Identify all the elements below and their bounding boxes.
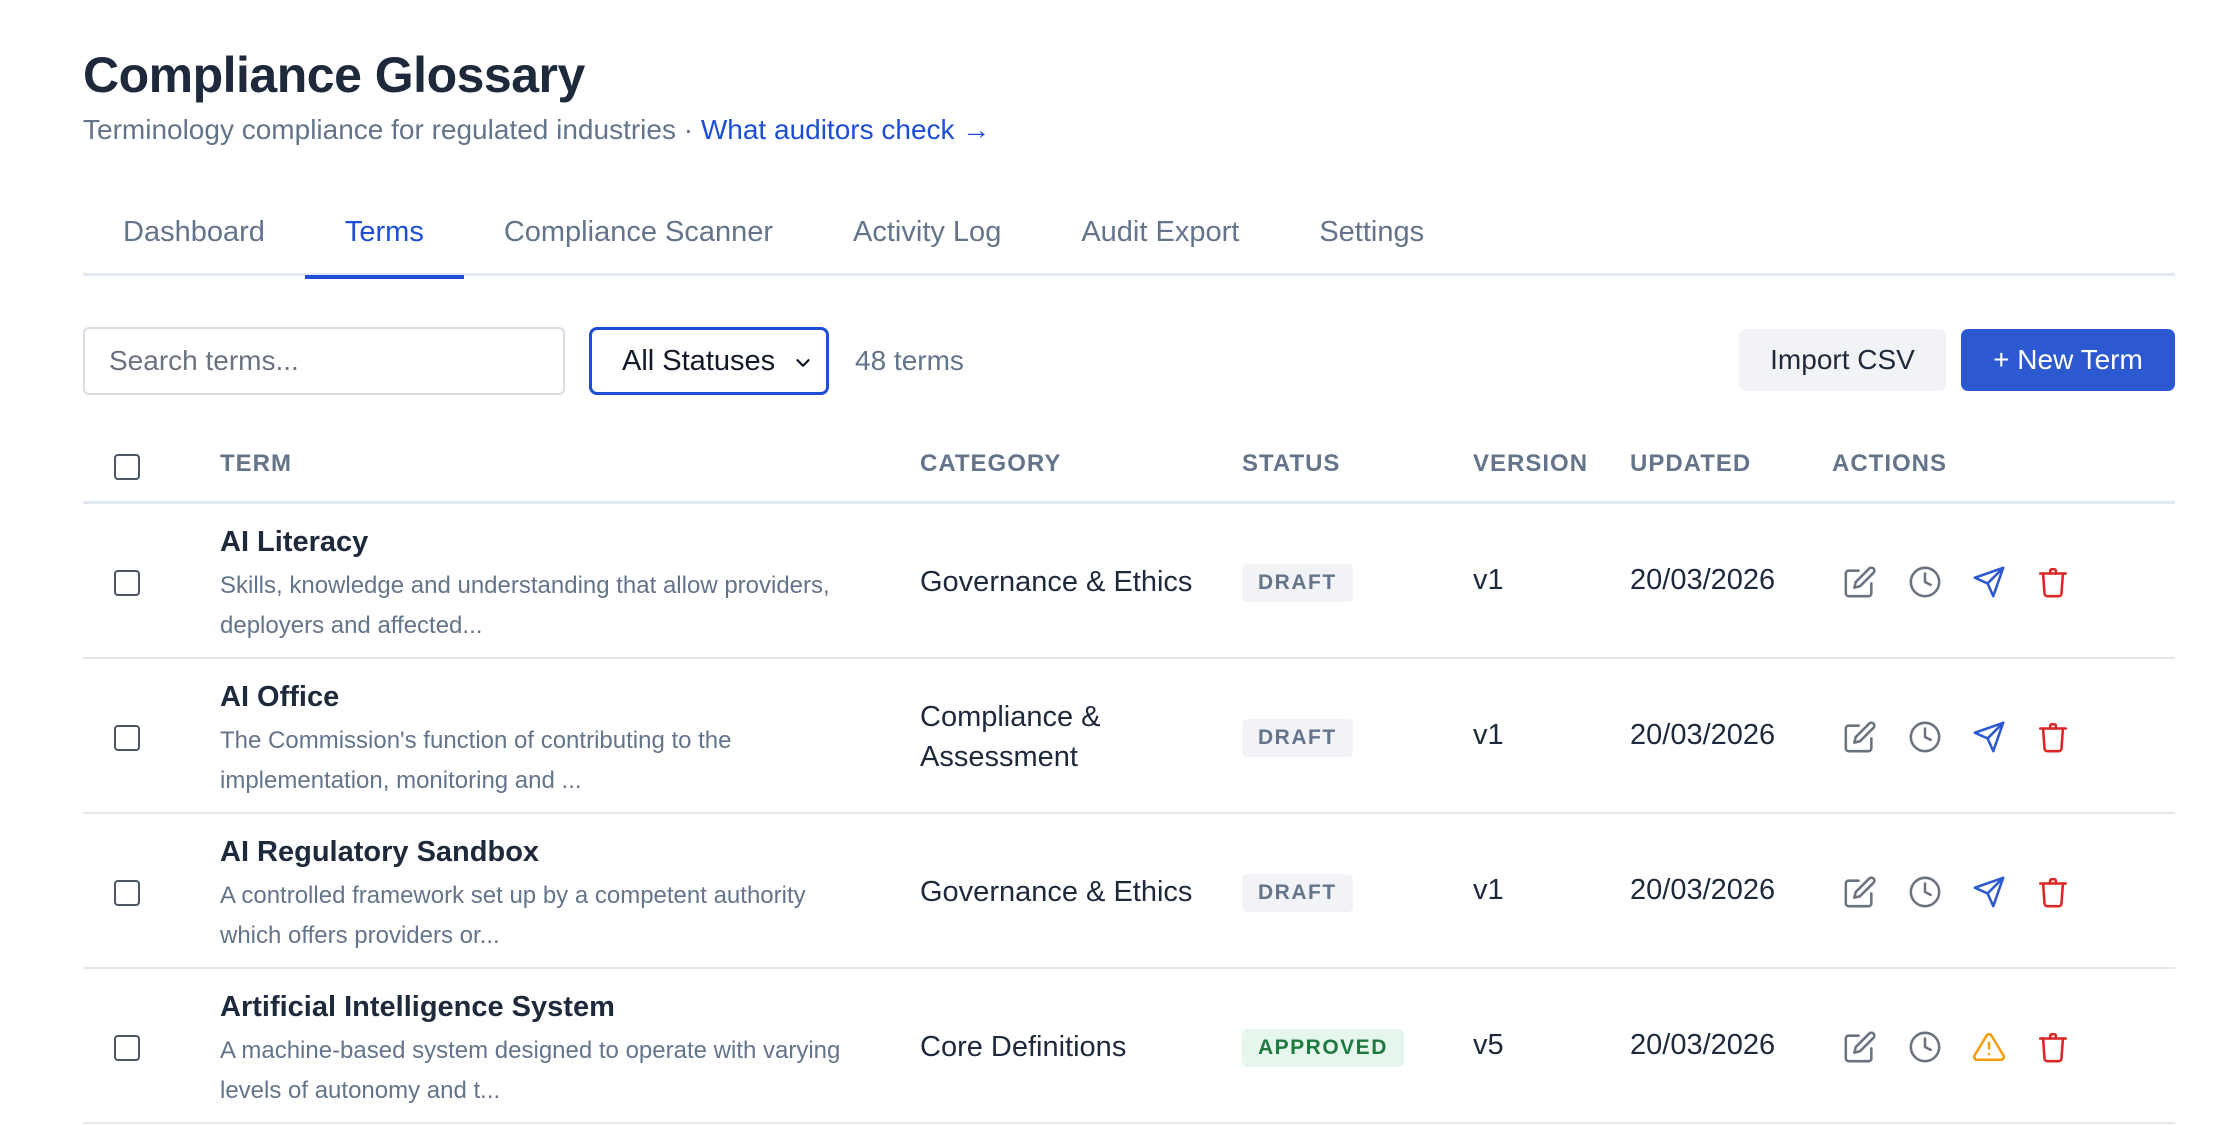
new-term-button[interactable]: + New Term	[1961, 329, 2175, 391]
history-button[interactable]	[1908, 720, 1942, 754]
row-checkbox[interactable]	[114, 725, 140, 751]
history-button[interactable]	[1908, 1030, 1942, 1064]
send-icon	[1973, 566, 2005, 598]
import-csv-button[interactable]: Import CSV	[1739, 329, 1946, 391]
term-updated: 20/03/2026	[1630, 719, 1776, 751]
row-checkbox[interactable]	[114, 1035, 140, 1061]
term-count: 48 terms	[855, 345, 964, 376]
tab-settings[interactable]: Settings	[1279, 198, 1464, 276]
select-all-checkbox[interactable]	[114, 454, 140, 480]
clock-icon	[1909, 876, 1941, 908]
submit-button[interactable]	[1972, 565, 2006, 599]
page-subtitle: Terminology compliance for regulated ind…	[83, 114, 990, 146]
status-badge: DRAFT	[1242, 874, 1353, 912]
chevron-down-icon	[796, 359, 810, 367]
tab-bar: Dashboard Terms Compliance Scanner Activ…	[83, 198, 2175, 279]
header-category: CATEGORY	[920, 450, 1062, 477]
status-badge: APPROVED	[1242, 1029, 1404, 1067]
tab-compliance-scanner[interactable]: Compliance Scanner	[464, 198, 813, 276]
submit-button[interactable]	[1972, 720, 2006, 754]
edit-icon	[1844, 1031, 1876, 1063]
term-name[interactable]: AI Literacy	[220, 526, 368, 559]
term-version: v5	[1473, 1029, 1504, 1061]
history-button[interactable]	[1908, 875, 1942, 909]
trash-icon	[2038, 722, 2068, 753]
header-actions: ACTIONS	[1832, 450, 1947, 477]
edit-button[interactable]	[1843, 1030, 1877, 1064]
warning-button[interactable]	[1972, 1030, 2006, 1064]
send-icon	[1973, 876, 2005, 908]
trash-icon	[2038, 1032, 2068, 1063]
page-title: Compliance Glossary	[83, 47, 585, 103]
term-version: v1	[1473, 564, 1504, 596]
table-row: AI Office The Commission's function of c…	[83, 659, 2175, 814]
term-name[interactable]: Artificial Intelligence System	[220, 991, 615, 1024]
term-version: v1	[1473, 719, 1504, 751]
status-badge: DRAFT	[1242, 564, 1353, 602]
edit-button[interactable]	[1843, 720, 1877, 754]
header-status: STATUS	[1242, 450, 1341, 477]
tab-terms[interactable]: Terms	[304, 198, 464, 279]
warning-icon	[1972, 1032, 2006, 1062]
search-input[interactable]	[83, 327, 565, 395]
tab-activity-log[interactable]: Activity Log	[813, 198, 1041, 276]
clock-icon	[1909, 1031, 1941, 1063]
table-body: AI Literacy Skills, knowledge and unders…	[83, 504, 2175, 1124]
term-category: Core Definitions	[920, 1031, 1127, 1063]
header-updated: UPDATED	[1630, 450, 1752, 477]
edit-icon	[1844, 566, 1876, 598]
send-icon	[1973, 721, 2005, 753]
term-description: A machine-based system designed to opera…	[220, 1037, 841, 1104]
table-header: TERM CATEGORY STATUS VERSION UPDATED ACT…	[83, 430, 2175, 504]
term-description: The Commission's function of contributin…	[220, 727, 732, 794]
delete-button[interactable]	[2036, 720, 2070, 754]
clock-icon	[1909, 566, 1941, 598]
term-name[interactable]: AI Regulatory Sandbox	[220, 836, 539, 869]
header-term: TERM	[220, 450, 292, 477]
row-checkbox[interactable]	[114, 570, 140, 596]
toolbar: All Statuses 48 terms Import CSV + New T…	[83, 327, 2175, 395]
table-row: AI Literacy Skills, knowledge and unders…	[83, 504, 2175, 659]
delete-button[interactable]	[2036, 565, 2070, 599]
auditors-link[interactable]: What auditors check →	[701, 114, 990, 145]
term-version: v1	[1473, 874, 1504, 906]
trash-icon	[2038, 567, 2068, 598]
row-checkbox[interactable]	[114, 880, 140, 906]
status-filter-value: All Statuses	[622, 344, 776, 377]
term-category: Governance & Ethics	[920, 566, 1193, 598]
delete-button[interactable]	[2036, 875, 2070, 909]
term-description: A controlled framework set up by a compe…	[220, 882, 806, 949]
delete-button[interactable]	[2036, 1030, 2070, 1064]
edit-button[interactable]	[1843, 565, 1877, 599]
status-filter-select[interactable]: All Statuses	[589, 327, 829, 395]
term-name[interactable]: AI Office	[220, 681, 339, 714]
edit-button[interactable]	[1843, 875, 1877, 909]
term-category: Compliance & Assessment	[920, 701, 1101, 773]
history-button[interactable]	[1908, 565, 1942, 599]
header-version: VERSION	[1473, 450, 1589, 477]
tab-dashboard[interactable]: Dashboard	[83, 198, 305, 276]
tab-audit-export[interactable]: Audit Export	[1041, 198, 1279, 276]
subtitle-text: Terminology compliance for regulated ind…	[83, 114, 701, 145]
edit-icon	[1844, 721, 1876, 753]
term-updated: 20/03/2026	[1630, 564, 1776, 596]
clock-icon	[1909, 721, 1941, 753]
table-row: Artificial Intelligence System A machine…	[83, 969, 2175, 1124]
term-description: Skills, knowledge and understanding that…	[220, 572, 830, 639]
edit-icon	[1844, 876, 1876, 908]
table-row: AI Regulatory Sandbox A controlled frame…	[83, 814, 2175, 969]
term-updated: 20/03/2026	[1630, 1029, 1776, 1061]
trash-icon	[2038, 877, 2068, 908]
submit-button[interactable]	[1972, 875, 2006, 909]
term-category: Governance & Ethics	[920, 876, 1193, 908]
status-badge: DRAFT	[1242, 719, 1353, 757]
terms-table: TERM CATEGORY STATUS VERSION UPDATED ACT…	[83, 430, 2175, 1124]
term-updated: 20/03/2026	[1630, 874, 1776, 906]
